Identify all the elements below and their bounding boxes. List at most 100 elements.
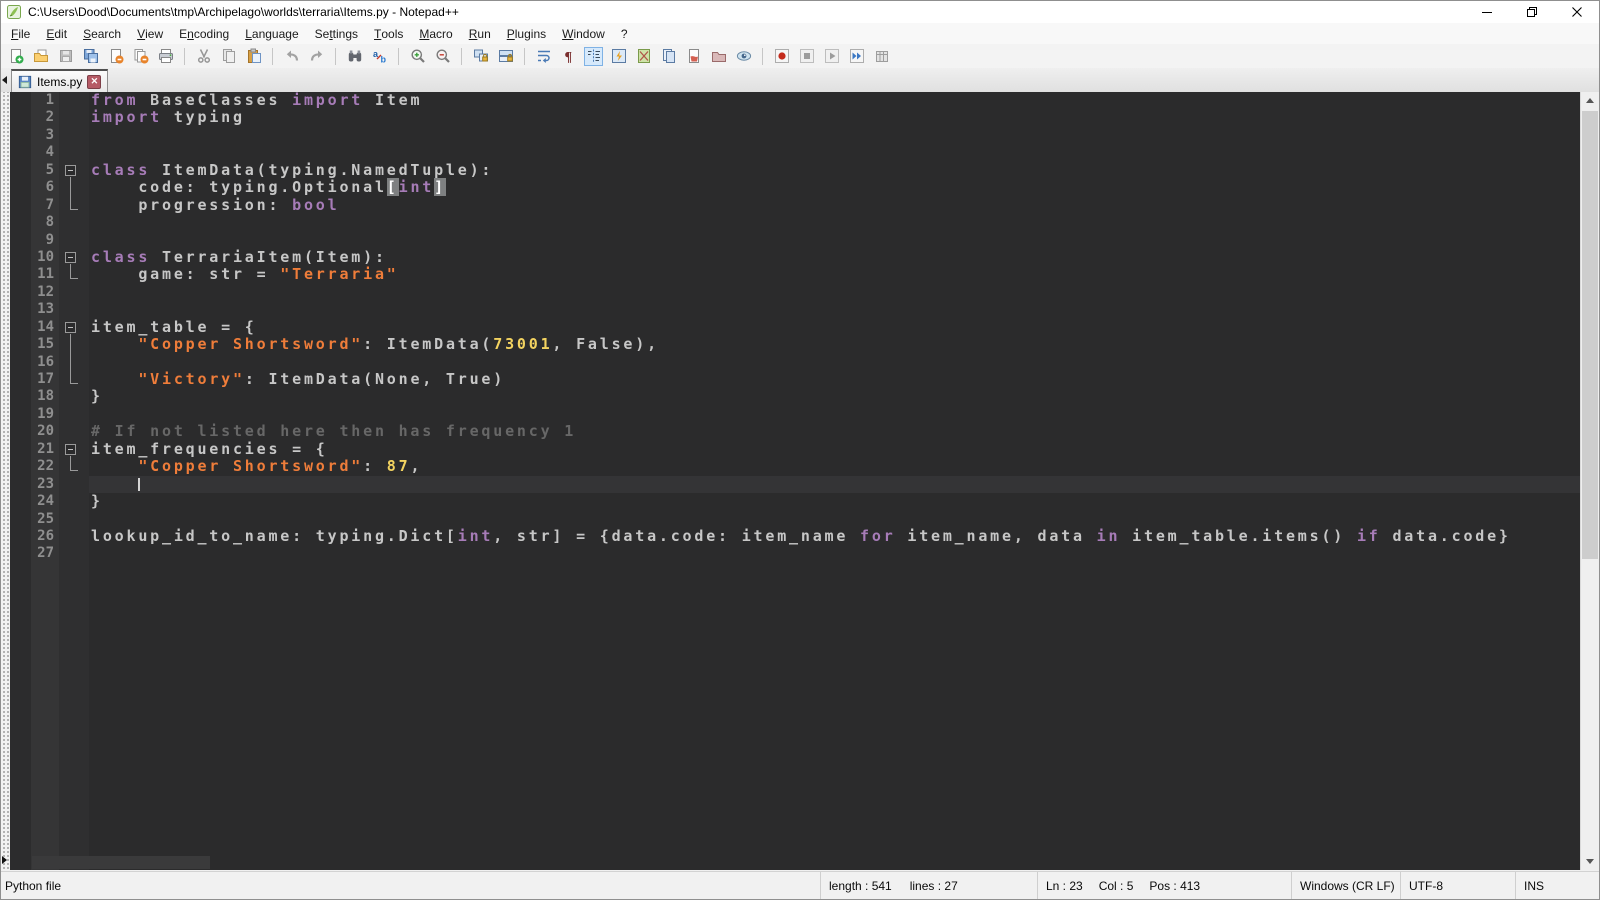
fold-cell[interactable] [59,388,89,405]
tab-items-py[interactable]: Items.py✕ [11,69,108,92]
fold-cell[interactable] [59,109,89,126]
tab-bar: Items.py✕ [1,68,1599,92]
menu-item-view[interactable]: View [129,23,171,44]
fold-cell[interactable] [59,284,89,301]
editor[interactable]: 1234567891011121314151617181920212223242… [10,92,1580,870]
status-typing-mode[interactable]: INS [1515,872,1599,899]
fold-cell[interactable] [59,336,89,353]
fold-cell[interactable] [59,127,89,144]
folder-as-workspace-button[interactable] [709,47,728,66]
function-list-button[interactable] [609,47,628,66]
bookmark-cell [10,162,31,179]
fold-cell[interactable] [59,232,89,249]
fold-cell[interactable] [59,371,89,388]
fold-cell[interactable] [59,511,89,528]
minimize-button[interactable] [1464,1,1509,23]
menu-item-macro[interactable]: Macro [411,23,460,44]
scroll-up-button[interactable] [1581,92,1599,109]
fold-cell[interactable] [59,441,89,458]
save-all-button[interactable] [81,47,100,66]
document-list-button[interactable] [659,47,678,66]
dock-splitter[interactable] [1,92,10,870]
fold-cell[interactable] [59,319,89,336]
fold-cell[interactable] [59,406,89,423]
close-file-button[interactable] [106,47,125,66]
status-encoding[interactable]: UTF-8 [1400,872,1515,899]
vertical-scrollbar[interactable] [1580,92,1599,870]
menu-item-file[interactable]: File [3,23,38,44]
macro-record-button[interactable] [772,47,791,66]
fold-cell[interactable] [59,423,89,440]
macro-playback-button[interactable] [822,47,841,66]
menu-item-encoding[interactable]: Encoding [171,23,237,44]
tab-close-icon[interactable]: ✕ [87,75,101,89]
menu-item-window[interactable]: Window [554,23,613,44]
replace-button[interactable]: ab [370,47,389,66]
code-area[interactable]: from BaseClasses import Itemimport typin… [89,92,1580,563]
fold-cell[interactable] [59,197,89,214]
menu-item-[interactable]: ? [613,23,636,44]
macro-run-multiple-button[interactable] [847,47,866,66]
menu-item-plugins[interactable]: Plugins [499,23,554,44]
scroll-down-button[interactable] [1581,853,1599,870]
fold-cell[interactable] [59,266,89,283]
fold-collapse-icon[interactable] [65,252,76,263]
macro-stop-button[interactable] [797,47,816,66]
paste-button[interactable] [244,47,263,66]
close-all-button[interactable] [131,47,150,66]
status-eol-format[interactable]: Windows (CR LF) [1291,872,1400,899]
monitoring-button[interactable] [734,47,753,66]
tab-scroll-left[interactable] [1,68,10,92]
menu-item-language[interactable]: Language [237,23,306,44]
zoom-out-button[interactable] [433,47,452,66]
macro-save-button[interactable] [872,47,891,66]
horizontal-scrollbar-thumb[interactable] [32,856,210,869]
show-indent-guide-button[interactable] [584,47,603,66]
fold-cell[interactable] [59,545,89,562]
cut-button[interactable] [194,47,213,66]
menu-item-search[interactable]: Search [75,23,129,44]
fold-collapse-icon[interactable] [65,322,76,333]
fold-cell[interactable] [59,476,89,493]
print-button[interactable] [156,47,175,66]
fold-cell[interactable] [59,528,89,545]
redo-button[interactable] [307,47,326,66]
show-all-characters-button[interactable]: ¶ [559,47,578,66]
fold-cell[interactable] [59,354,89,371]
close-button[interactable] [1554,1,1599,23]
fold-cell[interactable] [59,249,89,266]
fold-cell[interactable] [59,214,89,231]
sync-vertical-scroll-button[interactable] [471,47,490,66]
fold-cell[interactable] [59,458,89,475]
fold-cell[interactable] [59,493,89,510]
bookmark-margin[interactable] [10,92,31,870]
menu-item-edit[interactable]: Edit [38,23,75,44]
document-map-button[interactable] [634,47,653,66]
menu-item-settings[interactable]: Settings [307,23,366,44]
horizontal-scrollbar[interactable] [10,855,1580,870]
save-file-button[interactable] [56,47,75,66]
undo-button[interactable] [282,47,301,66]
vertical-scrollbar-thumb[interactable] [1582,111,1598,559]
open-file-button[interactable] [31,47,50,66]
menu-item-tools[interactable]: Tools [366,23,411,44]
word-wrap-button[interactable] [534,47,553,66]
document-list-icon [661,48,677,64]
new-file-button[interactable] [6,47,25,66]
fold-cell[interactable] [59,179,89,196]
menu-item-run[interactable]: Run [461,23,499,44]
fold-collapse-icon[interactable] [65,444,76,455]
sync-horizontal-scroll-button[interactable] [496,47,515,66]
title-bar[interactable]: C:\Users\Dood\Documents\tmp\Archipelago\… [1,1,1599,23]
fold-cell[interactable] [59,301,89,318]
fold-margin[interactable] [59,92,89,870]
find-button[interactable] [345,47,364,66]
copy-button[interactable] [219,47,238,66]
zoom-in-button[interactable] [408,47,427,66]
fold-cell[interactable] [59,144,89,161]
fold-collapse-icon[interactable] [65,165,76,176]
view-in-browser-button[interactable] [684,47,703,66]
fold-cell[interactable] [59,162,89,179]
restore-button[interactable] [1509,1,1554,23]
fold-cell[interactable] [59,92,89,109]
